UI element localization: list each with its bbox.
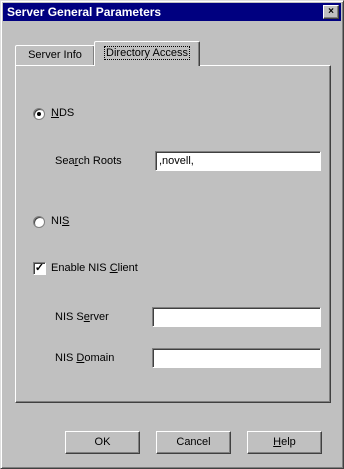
close-icon: × (328, 6, 334, 17)
nds-label-rest: DS (58, 107, 75, 119)
search-roots-input[interactable]: ,novell, (155, 151, 321, 171)
help-label-mnemonic: H (273, 436, 282, 448)
enable-nis-client-checkbox[interactable]: ✓ (33, 262, 46, 275)
enable-nis-label-mnemonic: C (109, 262, 118, 274)
nis-domain-label-post: omain (84, 352, 115, 364)
tab-directory-access-label: Directory Access (104, 46, 190, 60)
tab-server-info[interactable]: Server Info (15, 45, 95, 66)
search-roots-label-post: ch Roots (78, 155, 122, 167)
directory-access-panel: NDS Search Roots ,novell, NIS ✓ Enable N… (15, 65, 331, 403)
nds-radio[interactable] (33, 108, 45, 120)
server-general-parameters-dialog: Server General Parameters × Server Info … (0, 0, 344, 469)
enable-nis-client-label: Enable NIS Client (51, 262, 138, 275)
nis-radio[interactable] (33, 216, 45, 228)
nis-label-mnemonic: S (62, 215, 70, 227)
dialog-title: Server General Parameters (7, 5, 162, 19)
help-label-rest: elp (281, 436, 296, 448)
help-button[interactable]: Help (247, 431, 322, 454)
nis-server-label-pre: NIS S (55, 311, 84, 323)
nis-server-label-post: rver (89, 311, 109, 323)
nds-label-mnemonic: N (51, 107, 59, 119)
search-roots-label: Search Roots (55, 155, 122, 168)
nis-domain-input[interactable] (152, 348, 321, 368)
close-button[interactable]: × (323, 5, 339, 19)
nis-domain-label: NIS Domain (55, 352, 114, 365)
nis-server-label: NIS Server (55, 311, 109, 324)
nis-label-pre: NI (51, 215, 62, 227)
enable-nis-label-post: lient (117, 262, 138, 274)
check-icon: ✓ (34, 262, 45, 274)
radio-selected-dot (37, 112, 41, 116)
ok-button[interactable]: OK (65, 431, 140, 454)
title-bar[interactable]: Server General Parameters × (3, 3, 341, 21)
cancel-button[interactable]: Cancel (156, 431, 231, 454)
nis-label: NIS (51, 215, 69, 228)
enable-nis-label-pre: Enable NIS (51, 262, 110, 274)
nis-domain-label-pre: NIS (55, 352, 77, 364)
nis-server-input[interactable] (152, 307, 321, 327)
nds-label: NDS (51, 107, 74, 120)
search-roots-label-pre: Sea (55, 155, 75, 167)
tab-directory-access[interactable]: Directory Access (94, 41, 200, 66)
